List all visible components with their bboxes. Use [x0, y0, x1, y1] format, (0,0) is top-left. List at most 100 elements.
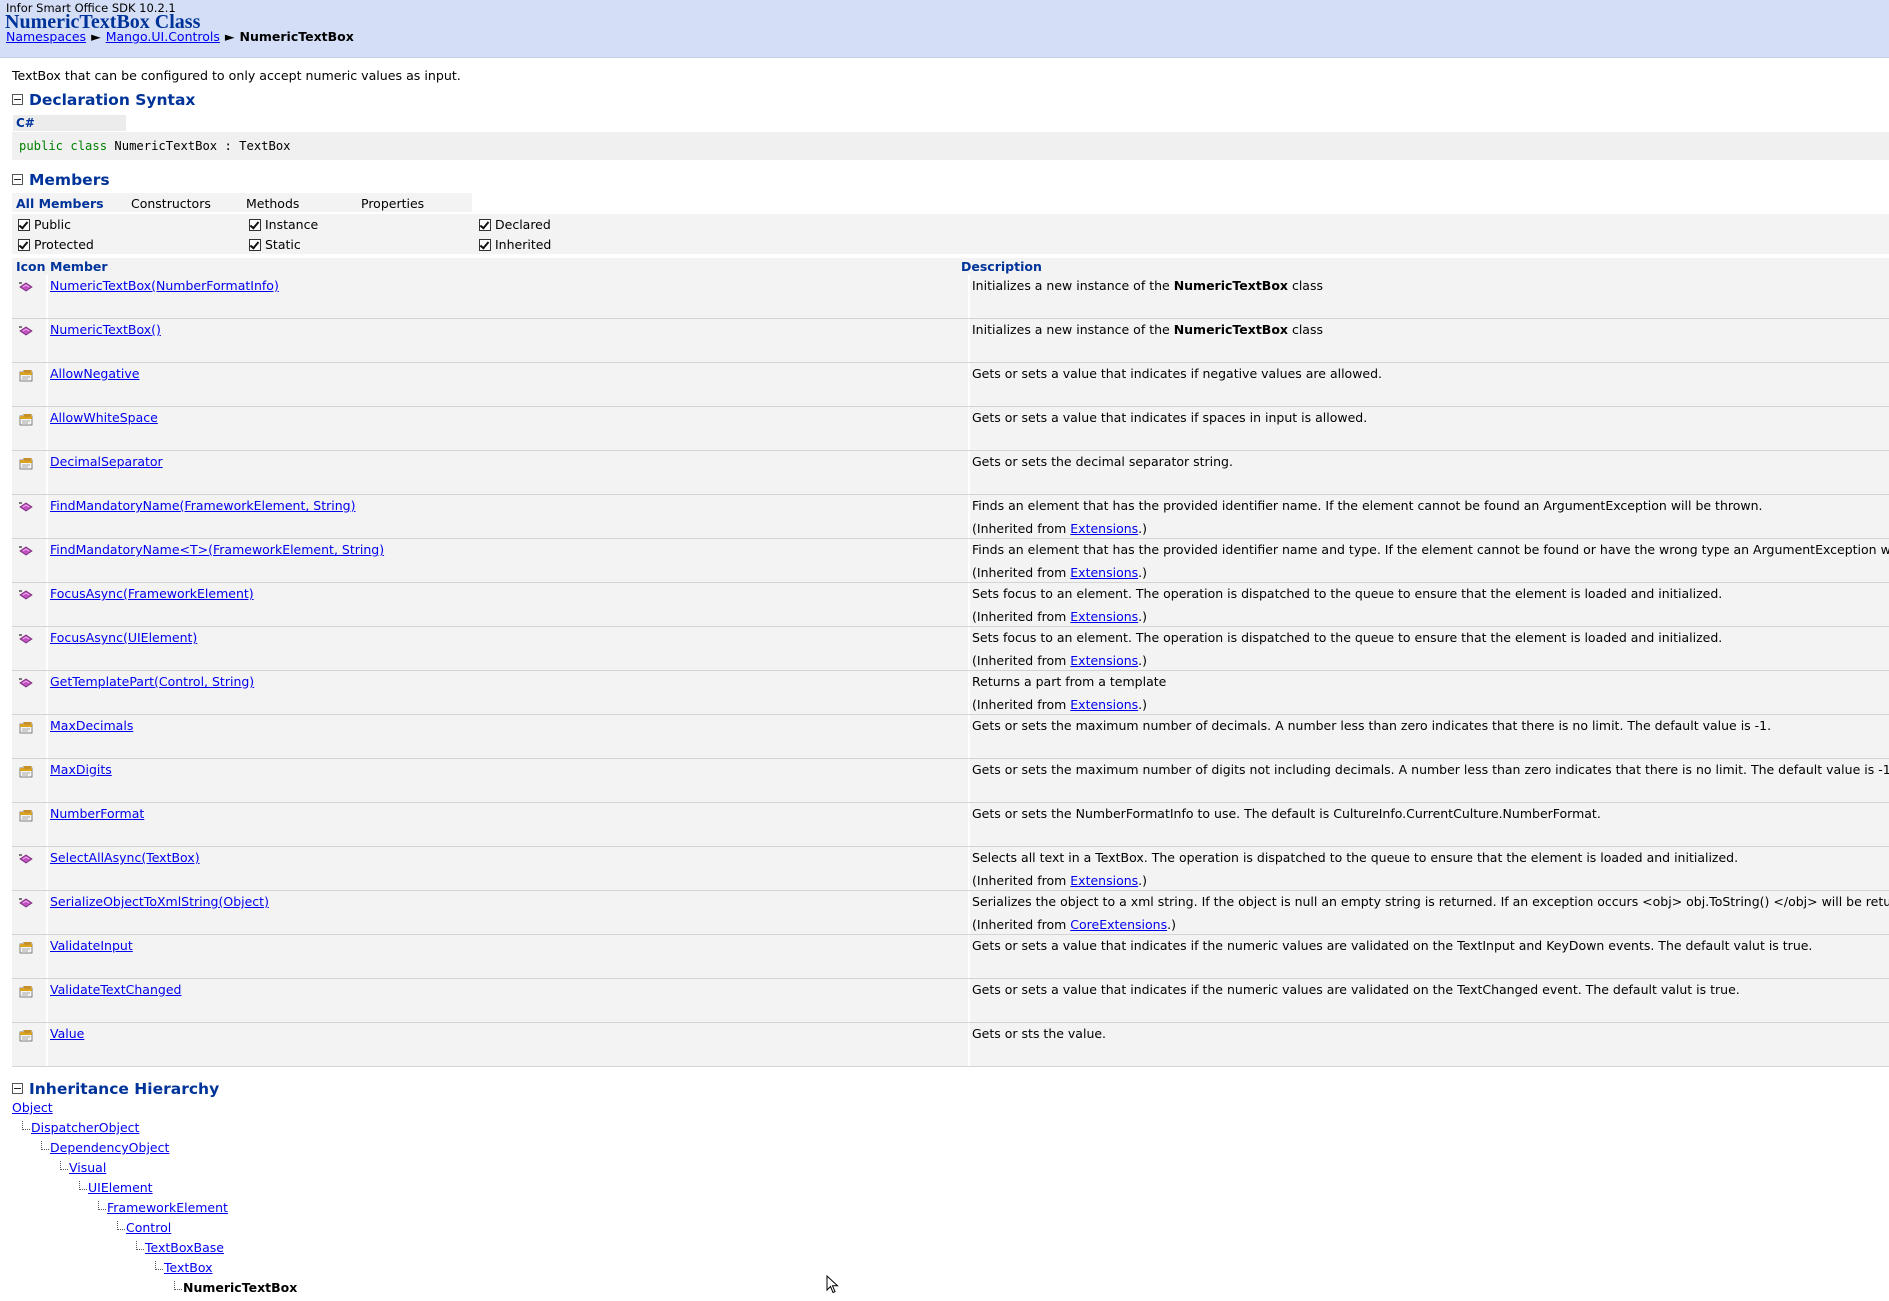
description-text: Initializes a new instance of the — [972, 278, 1174, 293]
checkbox-icon[interactable] — [479, 238, 491, 251]
member-description: Sets focus to an element. The operation … — [972, 630, 1722, 645]
declaration-section-header[interactable]: Declaration Syntax — [12, 91, 195, 109]
tab-constructors[interactable]: Constructors — [131, 196, 211, 211]
checkbox-icon[interactable] — [249, 238, 261, 251]
member-cell: NumericTextBox() — [48, 319, 968, 362]
collapse-toggle-icon[interactable] — [12, 94, 23, 105]
tree-connector-icon — [136, 1241, 144, 1250]
breadcrumb-namespace-link[interactable]: Mango.UI.Controls — [106, 29, 220, 44]
member-link[interactable]: SerializeObjectToXmlString(Object) — [50, 894, 269, 909]
description-cell: Gets or sets the maximum number of digit… — [970, 759, 1889, 802]
inheritance-link[interactable]: DispatcherObject — [31, 1120, 139, 1135]
filter-inherited[interactable]: Inherited — [479, 237, 551, 252]
member-cell: MaxDecimals — [48, 715, 968, 758]
member-link[interactable]: SelectAllAsync(TextBox) — [50, 850, 200, 865]
member-link[interactable]: MaxDecimals — [50, 718, 133, 733]
inherited-from-link[interactable]: Extensions — [1070, 697, 1138, 712]
inherited-from-link[interactable]: Extensions — [1070, 873, 1138, 888]
inherited-from-suffix: .) — [1138, 565, 1148, 580]
icon-cell — [12, 715, 46, 758]
table-row: NumberFormat Gets or sets the NumberForma… — [12, 803, 1889, 847]
member-description: Finds an element that has the provided i… — [972, 498, 1763, 513]
inheritance-item: TextBox — [155, 1260, 213, 1275]
member-link[interactable]: FocusAsync(UIElement) — [50, 630, 197, 645]
member-link[interactable]: NumberFormat — [50, 806, 144, 821]
member-link[interactable]: ValidateTextChanged — [50, 982, 181, 997]
member-cell: AllowNegative — [48, 363, 968, 406]
table-row: SelectAllAsync(TextBox) Selects all text … — [12, 847, 1889, 891]
member-link[interactable]: ValidateInput — [50, 938, 133, 953]
description-text: Gets or sets the maximum number of digit… — [972, 762, 1889, 777]
checkbox-icon[interactable] — [249, 218, 261, 231]
tab-all-members[interactable]: All Members — [16, 196, 104, 211]
member-link[interactable]: DecimalSeparator — [50, 454, 163, 469]
tab-properties[interactable]: Properties — [361, 196, 424, 211]
checkbox-icon[interactable] — [18, 218, 30, 231]
tab-methods[interactable]: Methods — [246, 196, 299, 211]
inherited-from-label: (Inherited from — [972, 873, 1071, 888]
filter-protected[interactable]: Protected — [18, 237, 94, 252]
method-icon — [19, 502, 33, 512]
inheritance-link[interactable]: FrameworkElement — [107, 1200, 228, 1215]
filter-instance[interactable]: Instance — [249, 217, 318, 232]
collapse-toggle-icon[interactable] — [12, 174, 23, 185]
member-cell: MaxDigits — [48, 759, 968, 802]
section-title: Members — [29, 171, 110, 189]
description-cell: Returns a part from a template (Inherited… — [970, 671, 1889, 714]
icon-cell — [12, 451, 46, 494]
members-section-header[interactable]: Members — [12, 171, 110, 189]
filter-static[interactable]: Static — [249, 237, 301, 252]
inherited-from-link[interactable]: Extensions — [1070, 521, 1138, 536]
inherited-from-link[interactable]: CoreExtensions — [1070, 917, 1167, 932]
icon-cell — [12, 495, 46, 538]
icon-cell — [12, 583, 46, 626]
method-icon — [19, 282, 33, 292]
breadcrumb-namespaces-link[interactable]: Namespaces — [6, 29, 86, 44]
member-link[interactable]: FindMandatoryName<T>(FrameworkElement, S… — [50, 542, 384, 557]
member-link[interactable]: FocusAsync(FrameworkElement) — [50, 586, 254, 601]
member-link[interactable]: GetTemplatePart(Control, String) — [50, 674, 254, 689]
member-link[interactable]: FindMandatoryName(FrameworkElement, Stri… — [50, 498, 356, 513]
inheritance-item: FrameworkElement — [98, 1200, 228, 1215]
description-text: Sets focus to an element. The operation … — [972, 586, 1723, 601]
inherited-from-suffix: .) — [1167, 917, 1176, 932]
member-link[interactable]: NumericTextBox() — [50, 322, 161, 337]
member-description: Gets or sets the maximum number of digit… — [972, 762, 1889, 777]
member-link[interactable]: Value — [50, 1026, 84, 1041]
method-icon — [19, 326, 33, 336]
inheritance-link[interactable]: Visual — [69, 1160, 106, 1175]
inheritance-link[interactable]: Object — [12, 1100, 53, 1115]
inheritance-link[interactable]: UIElement — [88, 1180, 153, 1195]
inherited-from-link[interactable]: Extensions — [1070, 565, 1138, 580]
member-link[interactable]: AllowWhiteSpace — [50, 410, 158, 425]
inherited-from-link[interactable]: Extensions — [1070, 609, 1138, 624]
checkbox-icon[interactable] — [479, 218, 491, 231]
description-cell: Serializes the object to a xml string. I… — [970, 891, 1889, 934]
filter-public[interactable]: Public — [18, 217, 71, 232]
checkbox-icon[interactable] — [18, 238, 30, 251]
icon-cell — [12, 275, 46, 318]
description-text: Gets or sets a value that indicates if n… — [972, 366, 1383, 381]
inherited-from-label: (Inherited from — [972, 697, 1071, 712]
inheritance-link[interactable]: Control — [126, 1220, 171, 1235]
tree-connector-icon — [79, 1181, 87, 1190]
tree-connector-icon — [117, 1221, 125, 1230]
description-text: Gets or sets a value that indicates if s… — [972, 410, 1368, 425]
icon-cell — [12, 363, 46, 406]
filter-declared[interactable]: Declared — [479, 217, 551, 232]
inheritance-link[interactable]: TextBoxBase — [145, 1240, 224, 1255]
inherited-from-suffix: .) — [1138, 873, 1148, 888]
collapse-toggle-icon[interactable] — [12, 1083, 23, 1094]
tree-connector-icon — [60, 1161, 68, 1170]
description-cell: Sets focus to an element. The operation … — [970, 583, 1889, 626]
inheritance-section-header[interactable]: Inheritance Hierarchy — [12, 1080, 219, 1098]
inheritance-item: TextBoxBase — [136, 1240, 224, 1255]
inheritance-link[interactable]: TextBox — [164, 1260, 213, 1275]
member-link[interactable]: MaxDigits — [50, 762, 112, 777]
member-link[interactable]: NumericTextBox(NumberFormatInfo) — [50, 278, 279, 293]
inherited-from-label: (Inherited from — [972, 521, 1071, 536]
member-description: Initializes a new instance of the Numeri… — [972, 322, 1323, 337]
member-link[interactable]: AllowNegative — [50, 366, 139, 381]
inherited-from-link[interactable]: Extensions — [1070, 653, 1138, 668]
inheritance-link[interactable]: DependencyObject — [50, 1140, 169, 1155]
